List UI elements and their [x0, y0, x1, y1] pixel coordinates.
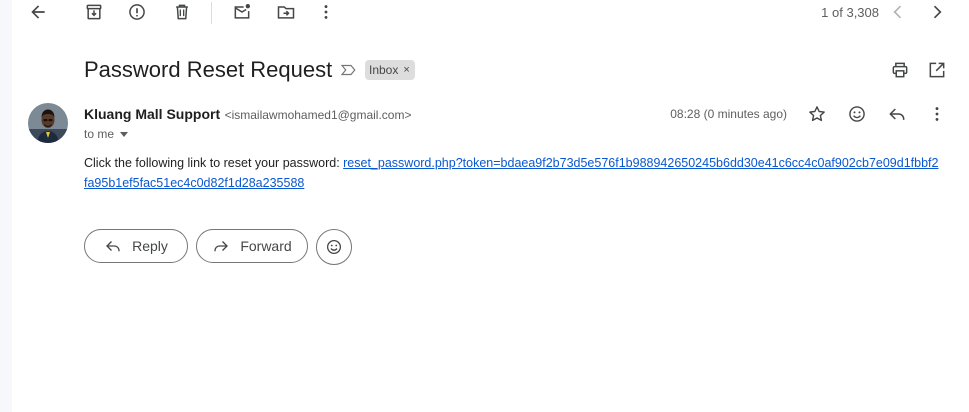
archive-icon[interactable]: [80, 0, 108, 26]
inbox-label-chip: Inbox ×: [365, 60, 415, 80]
mark-unread-icon[interactable]: [228, 0, 256, 26]
older-chevron-right-icon[interactable]: [923, 0, 951, 26]
message-more-options-icon[interactable]: [923, 100, 951, 128]
star-icon[interactable]: [803, 100, 831, 128]
back-icon[interactable]: [24, 0, 52, 26]
reply-arrow-icon: [106, 241, 120, 252]
reply-label: Reply: [132, 238, 168, 254]
reply-icon[interactable]: [883, 100, 911, 128]
move-to-icon[interactable]: [272, 0, 300, 26]
email-subject: Password Reset Request: [84, 57, 333, 82]
forward-arrow-icon: [214, 241, 229, 252]
sender-name[interactable]: Kluang Mall Support: [84, 106, 220, 122]
open-in-new-window-icon[interactable]: [923, 56, 951, 84]
recipient-details[interactable]: to me: [84, 127, 129, 141]
email-body: Click the following link to reset your p…: [84, 153, 939, 193]
print-icon[interactable]: [886, 56, 914, 84]
emoji-reaction-button[interactable]: [316, 229, 352, 265]
label-text: Inbox: [369, 63, 399, 77]
sender-line: Kluang Mall Support <ismailawmohamed1@gm…: [84, 106, 411, 124]
body-text: Click the following link to reset your p…: [84, 156, 344, 170]
message-panel: 1 of 3,308 Password Reset Request Inbox …: [12, 0, 969, 412]
forward-button[interactable]: Forward: [196, 229, 308, 263]
sender-email: <ismailawmohamed1@gmail.com>: [224, 108, 412, 122]
more-options-icon[interactable]: [312, 0, 340, 26]
recipient-dropdown-icon[interactable]: [120, 131, 129, 137]
newer-chevron-left-icon[interactable]: [884, 0, 912, 26]
received-time: 08:28 (0 minutes ago): [670, 107, 787, 121]
remove-label-icon[interactable]: ×: [403, 64, 409, 76]
importance-marker-icon[interactable]: [339, 61, 357, 79]
sender-avatar[interactable]: [28, 103, 68, 143]
reply-button[interactable]: Reply: [84, 229, 188, 263]
delete-icon[interactable]: [168, 0, 196, 26]
add-reaction-icon[interactable]: [843, 100, 871, 128]
report-spam-icon[interactable]: [123, 0, 151, 26]
smiley-icon: [326, 239, 342, 255]
toolbar-divider: [211, 2, 212, 24]
recipient-text: to me: [84, 127, 115, 141]
forward-label: Forward: [240, 238, 292, 254]
message-counter: 1 of 3,308: [821, 5, 879, 20]
